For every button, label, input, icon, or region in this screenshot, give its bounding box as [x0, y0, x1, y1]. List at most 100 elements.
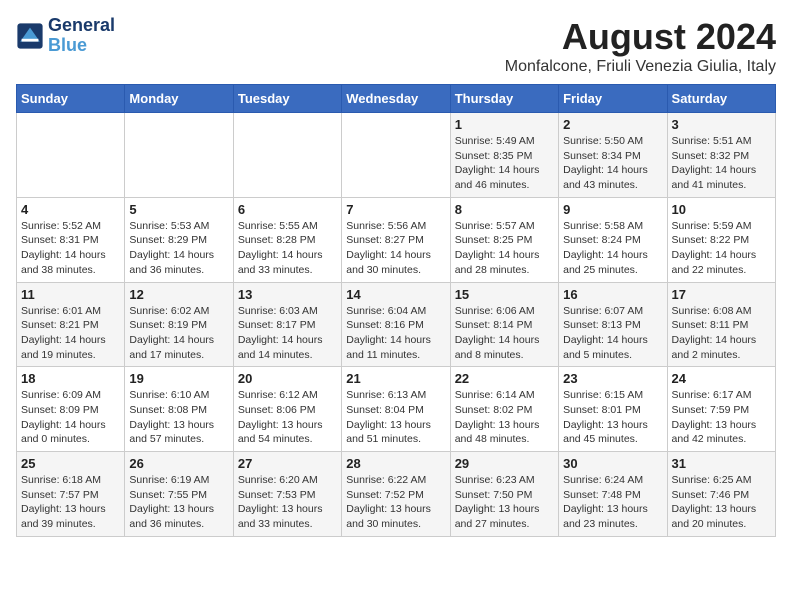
day-info: Sunrise: 6:24 AMSunset: 7:48 PMDaylight:… [563, 473, 662, 532]
calendar-header: SundayMondayTuesdayWednesdayThursdayFrid… [17, 85, 776, 113]
day-info: Sunrise: 5:53 AMSunset: 8:29 PMDaylight:… [129, 219, 228, 278]
day-number: 22 [455, 371, 554, 386]
week-row: 1 Sunrise: 5:49 AMSunset: 8:35 PMDaylight… [17, 113, 776, 198]
day-number: 8 [455, 202, 554, 217]
day-info: Sunrise: 6:12 AMSunset: 8:06 PMDaylight:… [238, 388, 337, 447]
calendar-cell [17, 113, 125, 198]
day-info: Sunrise: 6:22 AMSunset: 7:52 PMDaylight:… [346, 473, 445, 532]
day-info: Sunrise: 6:20 AMSunset: 7:53 PMDaylight:… [238, 473, 337, 532]
column-header-sunday: Sunday [17, 85, 125, 113]
day-info: Sunrise: 6:14 AMSunset: 8:02 PMDaylight:… [455, 388, 554, 447]
calendar-cell: 3 Sunrise: 5:51 AMSunset: 8:32 PMDaylight… [667, 113, 775, 198]
calendar-cell: 5 Sunrise: 5:53 AMSunset: 8:29 PMDaylight… [125, 197, 233, 282]
calendar-cell: 13 Sunrise: 6:03 AMSunset: 8:17 PMDayligh… [233, 282, 341, 367]
calendar-cell: 26 Sunrise: 6:19 AMSunset: 7:55 PMDayligh… [125, 452, 233, 537]
day-number: 4 [21, 202, 120, 217]
day-number: 15 [455, 287, 554, 302]
day-number: 2 [563, 117, 662, 132]
day-number: 17 [672, 287, 771, 302]
day-info: Sunrise: 6:10 AMSunset: 8:08 PMDaylight:… [129, 388, 228, 447]
day-number: 5 [129, 202, 228, 217]
day-info: Sunrise: 6:15 AMSunset: 8:01 PMDaylight:… [563, 388, 662, 447]
day-info: Sunrise: 6:02 AMSunset: 8:19 PMDaylight:… [129, 304, 228, 363]
day-number: 30 [563, 456, 662, 471]
day-number: 24 [672, 371, 771, 386]
calendar-cell: 16Sunrise: 6:07 AMSunset: 8:13 PMDayligh… [559, 282, 667, 367]
calendar-cell [233, 113, 341, 198]
column-header-thursday: Thursday [450, 85, 558, 113]
calendar-cell: 21 Sunrise: 6:13 AMSunset: 8:04 PMDayligh… [342, 367, 450, 452]
calendar-cell: 24Sunrise: 6:17 AMSunset: 7:59 PMDayligh… [667, 367, 775, 452]
day-number: 28 [346, 456, 445, 471]
day-number: 20 [238, 371, 337, 386]
day-number: 3 [672, 117, 771, 132]
day-info: Sunrise: 6:04 AMSunset: 8:16 PMDaylight:… [346, 304, 445, 363]
day-info: Sunrise: 6:01 AMSunset: 8:21 PMDaylight:… [21, 304, 120, 363]
calendar-cell: 23 Sunrise: 6:15 AMSunset: 8:01 PMDayligh… [559, 367, 667, 452]
calendar: SundayMondayTuesdayWednesdayThursdayFrid… [16, 84, 776, 537]
day-number: 31 [672, 456, 771, 471]
column-header-wednesday: Wednesday [342, 85, 450, 113]
day-info: Sunrise: 5:49 AMSunset: 8:35 PMDaylight:… [455, 134, 554, 193]
calendar-cell: 25Sunrise: 6:18 AMSunset: 7:57 PMDayligh… [17, 452, 125, 537]
day-number: 21 [346, 371, 445, 386]
day-number: 25 [21, 456, 120, 471]
day-number: 23 [563, 371, 662, 386]
month-year: August 2024 [505, 16, 776, 58]
calendar-cell [342, 113, 450, 198]
calendar-cell: 27 Sunrise: 6:20 AMSunset: 7:53 PMDayligh… [233, 452, 341, 537]
day-info: Sunrise: 5:50 AMSunset: 8:34 PMDaylight:… [563, 134, 662, 193]
calendar-cell: 28 Sunrise: 6:22 AMSunset: 7:52 PMDayligh… [342, 452, 450, 537]
calendar-cell: 30 Sunrise: 6:24 AMSunset: 7:48 PMDayligh… [559, 452, 667, 537]
calendar-cell: 31Sunrise: 6:25 AMSunset: 7:46 PMDayligh… [667, 452, 775, 537]
day-info: Sunrise: 5:57 AMSunset: 8:25 PMDaylight:… [455, 219, 554, 278]
day-info: Sunrise: 5:51 AMSunset: 8:32 PMDaylight:… [672, 134, 771, 193]
day-info: Sunrise: 6:23 AMSunset: 7:50 PMDaylight:… [455, 473, 554, 532]
column-header-monday: Monday [125, 85, 233, 113]
day-info: Sunrise: 5:59 AMSunset: 8:22 PMDaylight:… [672, 219, 771, 278]
calendar-cell: 6 Sunrise: 5:55 AMSunset: 8:28 PMDaylight… [233, 197, 341, 282]
calendar-cell: 10Sunrise: 5:59 AMSunset: 8:22 PMDayligh… [667, 197, 775, 282]
day-number: 29 [455, 456, 554, 471]
day-number: 27 [238, 456, 337, 471]
day-number: 18 [21, 371, 120, 386]
column-header-tuesday: Tuesday [233, 85, 341, 113]
day-info: Sunrise: 6:07 AMSunset: 8:13 PMDaylight:… [563, 304, 662, 363]
calendar-cell: 22 Sunrise: 6:14 AMSunset: 8:02 PMDayligh… [450, 367, 558, 452]
column-header-friday: Friday [559, 85, 667, 113]
week-row: 11 Sunrise: 6:01 AMSunset: 8:21 PMDayligh… [17, 282, 776, 367]
day-number: 13 [238, 287, 337, 302]
day-info: Sunrise: 6:09 AMSunset: 8:09 PMDaylight:… [21, 388, 120, 447]
day-number: 26 [129, 456, 228, 471]
title-block: August 2024 Monfalcone, Friuli Venezia G… [505, 16, 776, 76]
logo-icon [16, 22, 44, 50]
day-number: 6 [238, 202, 337, 217]
day-info: Sunrise: 5:56 AMSunset: 8:27 PMDaylight:… [346, 219, 445, 278]
day-number: 1 [455, 117, 554, 132]
calendar-cell: 18 Sunrise: 6:09 AMSunset: 8:09 PMDayligh… [17, 367, 125, 452]
calendar-body: 1 Sunrise: 5:49 AMSunset: 8:35 PMDaylight… [17, 113, 776, 537]
calendar-cell [125, 113, 233, 198]
week-row: 25Sunrise: 6:18 AMSunset: 7:57 PMDayligh… [17, 452, 776, 537]
day-info: Sunrise: 6:19 AMSunset: 7:55 PMDaylight:… [129, 473, 228, 532]
day-number: 14 [346, 287, 445, 302]
day-info: Sunrise: 5:58 AMSunset: 8:24 PMDaylight:… [563, 219, 662, 278]
calendar-cell: 9 Sunrise: 5:58 AMSunset: 8:24 PMDaylight… [559, 197, 667, 282]
calendar-cell: 7Sunrise: 5:56 AMSunset: 8:27 PMDaylight… [342, 197, 450, 282]
day-info: Sunrise: 6:13 AMSunset: 8:04 PMDaylight:… [346, 388, 445, 447]
calendar-cell: 20 Sunrise: 6:12 AMSunset: 8:06 PMDayligh… [233, 367, 341, 452]
column-header-saturday: Saturday [667, 85, 775, 113]
calendar-cell: 14 Sunrise: 6:04 AMSunset: 8:16 PMDayligh… [342, 282, 450, 367]
week-row: 4 Sunrise: 5:52 AMSunset: 8:31 PMDaylight… [17, 197, 776, 282]
day-info: Sunrise: 6:06 AMSunset: 8:14 PMDaylight:… [455, 304, 554, 363]
day-number: 12 [129, 287, 228, 302]
logo-text: General Blue [48, 16, 115, 56]
day-number: 11 [21, 287, 120, 302]
calendar-cell: 12 Sunrise: 6:02 AMSunset: 8:19 PMDayligh… [125, 282, 233, 367]
day-info: Sunrise: 5:52 AMSunset: 8:31 PMDaylight:… [21, 219, 120, 278]
week-row: 18 Sunrise: 6:09 AMSunset: 8:09 PMDayligh… [17, 367, 776, 452]
page-header: General Blue August 2024 Monfalcone, Fri… [16, 16, 776, 76]
day-info: Sunrise: 6:03 AMSunset: 8:17 PMDaylight:… [238, 304, 337, 363]
day-number: 9 [563, 202, 662, 217]
day-info: Sunrise: 5:55 AMSunset: 8:28 PMDaylight:… [238, 219, 337, 278]
